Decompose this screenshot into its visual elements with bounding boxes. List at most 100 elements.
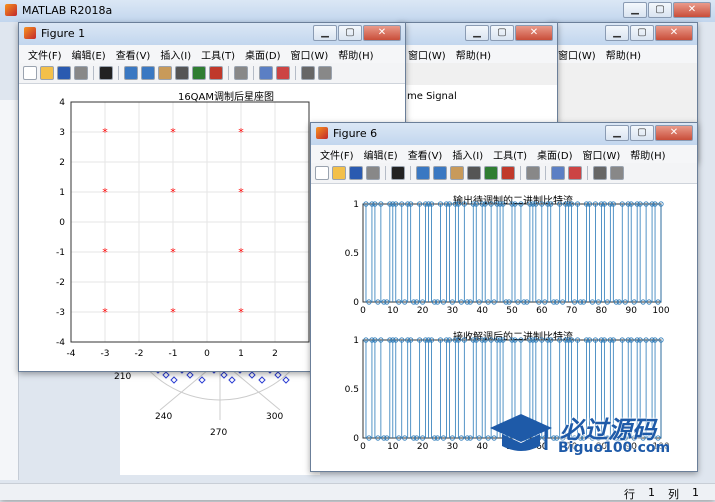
zoom-in-icon[interactable] xyxy=(416,166,430,180)
menu-item-7[interactable]: 帮助(H) xyxy=(333,47,378,62)
pan-icon[interactable] xyxy=(450,166,464,180)
menu-item-5[interactable]: 桌面(D) xyxy=(532,147,578,162)
pointer-icon[interactable] xyxy=(391,166,405,180)
legend-icon[interactable] xyxy=(568,166,582,180)
x-tick-label: 40 xyxy=(476,306,488,316)
constellation-point: * xyxy=(170,126,176,139)
y-tick-label: 0 xyxy=(353,298,359,308)
x-tick-label: 80 xyxy=(596,306,608,316)
colorbar-icon[interactable] xyxy=(551,166,565,180)
x-tick-label: 100 xyxy=(652,306,669,316)
open-file-icon[interactable] xyxy=(332,166,346,180)
polar-marker xyxy=(220,371,228,379)
menu-item-help[interactable]: 帮助(H) xyxy=(601,47,646,62)
link-icon[interactable] xyxy=(234,66,248,80)
close-button[interactable]: ✕ xyxy=(655,25,693,41)
legend-icon[interactable] xyxy=(276,66,290,80)
minimize-button[interactable]: ▁ xyxy=(605,25,629,41)
menu-item-6[interactable]: 窗口(W) xyxy=(578,147,626,162)
y-tick-label: 1 xyxy=(59,188,65,198)
brush-icon[interactable] xyxy=(209,66,223,80)
constellation-point: * xyxy=(238,126,244,139)
menu-item-0[interactable]: 文件(F) xyxy=(23,47,67,62)
back-menubar: 窗口(W) 帮助(H) xyxy=(549,45,697,63)
x-tick-label: -2 xyxy=(135,349,144,359)
brush-icon[interactable] xyxy=(501,166,515,180)
hide-plot-tools-icon[interactable] xyxy=(593,166,607,180)
minimize-button[interactable]: ▁ xyxy=(465,25,489,41)
new-figure-icon[interactable] xyxy=(315,166,329,180)
close-button[interactable]: ✕ xyxy=(515,25,553,41)
x-tick-label: 10 xyxy=(387,306,399,316)
menu-item-2[interactable]: 查看(V) xyxy=(111,47,156,62)
minimize-button[interactable]: ▁ xyxy=(623,2,647,18)
data-cursor-icon[interactable] xyxy=(192,66,206,80)
polar-plot-background: 210 240 270 300 xyxy=(114,360,320,475)
figure6-title: Figure 6 xyxy=(333,127,378,140)
show-plot-tools-icon[interactable] xyxy=(318,66,332,80)
menu-item-window[interactable]: 窗口(W) xyxy=(553,47,601,62)
hide-plot-tools-icon[interactable] xyxy=(301,66,315,80)
menu-item-help[interactable]: 帮助(H) xyxy=(451,47,496,62)
menu-item-4[interactable]: 工具(T) xyxy=(488,147,532,162)
y-tick-label: -3 xyxy=(56,308,65,318)
y-tick-label: -4 xyxy=(56,338,65,348)
main-window-title: MATLAB R2018a xyxy=(22,4,113,17)
x-tick-label: 1 xyxy=(238,349,244,359)
menu-item-0[interactable]: 文件(F) xyxy=(315,147,359,162)
menu-item-1[interactable]: 编辑(E) xyxy=(67,47,111,62)
pointer-icon[interactable] xyxy=(99,66,113,80)
x-tick-label: 0 xyxy=(360,306,366,316)
menu-item-2[interactable]: 查看(V) xyxy=(403,147,448,162)
minimize-button[interactable]: ▁ xyxy=(605,125,629,141)
maximize-button[interactable]: ▢ xyxy=(338,25,362,41)
rotate-icon[interactable] xyxy=(175,66,189,80)
minimize-button[interactable]: ▁ xyxy=(313,25,337,41)
link-icon[interactable] xyxy=(526,166,540,180)
figure1-menubar: 文件(F) 编辑(E) 查看(V) 插入(I) 工具(T) 桌面(D) 窗口(W) 帮助(H) xyxy=(19,45,405,63)
new-figure-icon[interactable] xyxy=(23,66,37,80)
menu-item-1[interactable]: 编辑(E) xyxy=(359,147,403,162)
constellation-point: * xyxy=(238,246,244,259)
polar-marker xyxy=(186,371,194,379)
save-icon[interactable] xyxy=(57,66,71,80)
zoom-in-icon[interactable] xyxy=(124,66,138,80)
show-plot-tools-icon[interactable] xyxy=(610,166,624,180)
toolbar-separator xyxy=(253,66,254,80)
menu-item-7[interactable]: 帮助(H) xyxy=(625,147,670,162)
print-icon[interactable] xyxy=(366,166,380,180)
constellation-point: * xyxy=(238,306,244,319)
menu-item-3[interactable]: 插入(I) xyxy=(155,47,196,62)
menu-item-6[interactable]: 窗口(W) xyxy=(286,47,334,62)
x-tick-label: 20 xyxy=(417,442,429,452)
print-icon[interactable] xyxy=(74,66,88,80)
menu-item-5[interactable]: 桌面(D) xyxy=(240,47,286,62)
close-button[interactable]: ✕ xyxy=(655,125,693,141)
constellation-point: * xyxy=(170,246,176,259)
menu-item-3[interactable]: 插入(I) xyxy=(447,147,488,162)
pan-icon[interactable] xyxy=(158,66,172,80)
watermark-logo: 必过源码 Biguo100.com xyxy=(488,410,698,460)
zoom-out-icon[interactable] xyxy=(141,66,155,80)
main-titlebar: MATLAB R2018a ▁ ▢ ✕ xyxy=(0,0,715,22)
x-tick-label: -4 xyxy=(67,349,76,359)
y-tick-label: 0.5 xyxy=(345,249,359,259)
zoom-out-icon[interactable] xyxy=(433,166,447,180)
menu-item-4[interactable]: 工具(T) xyxy=(196,47,240,62)
maximize-button[interactable]: ▢ xyxy=(648,2,672,18)
polar-tick-label: 210 xyxy=(114,372,132,382)
close-button[interactable]: ✕ xyxy=(363,25,401,41)
menu-item-window[interactable]: 窗口(W) xyxy=(403,47,451,62)
colorbar-icon[interactable] xyxy=(259,66,273,80)
maximize-button[interactable]: ▢ xyxy=(630,25,654,41)
open-file-icon[interactable] xyxy=(40,66,54,80)
figure6-titlebar: Figure 6 ▁ ▢ ✕ xyxy=(311,123,697,145)
maximize-button[interactable]: ▢ xyxy=(490,25,514,41)
maximize-button[interactable]: ▢ xyxy=(630,125,654,141)
x-tick-label: 10 xyxy=(387,442,399,452)
rotate-icon[interactable] xyxy=(467,166,481,180)
toolbar-separator xyxy=(295,66,296,80)
data-cursor-icon[interactable] xyxy=(484,166,498,180)
save-icon[interactable] xyxy=(349,166,363,180)
close-button[interactable]: ✕ xyxy=(673,2,711,18)
